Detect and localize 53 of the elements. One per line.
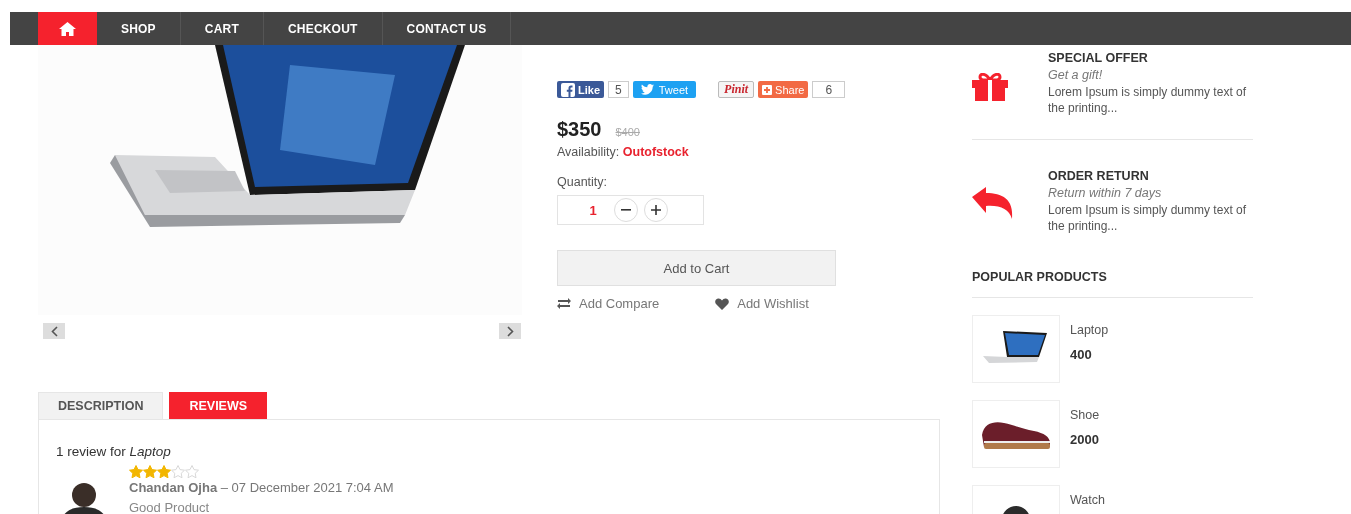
feature-title: ORDER RETURN bbox=[1048, 169, 1150, 183]
quantity-input[interactable]: 1 bbox=[578, 202, 608, 218]
tab[interactable]: DESCRIPTION bbox=[38, 392, 164, 419]
wishlist-link[interactable]: Add Wishlist bbox=[715, 296, 809, 311]
facebook-icon bbox=[561, 82, 575, 97]
decrease-button[interactable] bbox=[614, 198, 638, 222]
product-price: 400 bbox=[1070, 347, 1093, 362]
star-icon bbox=[129, 465, 143, 478]
section-title: POPULAR PRODUCTS bbox=[972, 253, 1253, 298]
feature-subtitle: Return within 7 days bbox=[1048, 186, 1163, 200]
tab[interactable]: REVIEWS bbox=[169, 392, 268, 419]
review-heading: 1 review for Laptop bbox=[56, 444, 172, 459]
review-meta: Chandan Ojha – 07 December 2021 7:04 AM bbox=[129, 480, 394, 495]
increase-button[interactable] bbox=[644, 198, 668, 222]
feature-subtitle: Get a gift! bbox=[1048, 68, 1104, 82]
plus-icon bbox=[651, 205, 661, 215]
bird-icon bbox=[640, 84, 654, 95]
product-thumbnail[interactable] bbox=[972, 315, 1060, 383]
product-name[interactable]: Laptop bbox=[1070, 323, 1109, 337]
product-name[interactable]: Watch bbox=[1070, 493, 1105, 507]
star-icon bbox=[157, 465, 171, 478]
compare-link[interactable]: Add Compare bbox=[557, 296, 660, 311]
star-icon bbox=[185, 465, 199, 478]
feature-text: Lorem Ipsum is simply dummy text of the printing... bbox=[1048, 84, 1248, 116]
product-price: 2000 bbox=[1070, 432, 1100, 447]
plus-icon bbox=[762, 84, 773, 95]
like-button[interactable]: Like bbox=[557, 81, 604, 98]
price: $350 bbox=[557, 118, 602, 141]
quantity-label: Quantity: bbox=[557, 175, 609, 189]
swap-arrows-icon bbox=[557, 298, 571, 309]
product-thumbnail[interactable] bbox=[972, 400, 1060, 468]
home-icon bbox=[59, 21, 76, 36]
chevron-right-icon bbox=[506, 325, 514, 337]
next-button[interactable] bbox=[499, 323, 521, 339]
star-icon bbox=[143, 465, 157, 478]
previous-button[interactable] bbox=[43, 323, 65, 339]
availability: Availability: Outofstock bbox=[557, 145, 690, 159]
chevron-left-icon bbox=[50, 325, 58, 337]
product-name[interactable]: Shoe bbox=[1070, 408, 1100, 422]
pin-it-button[interactable]: Pinit bbox=[718, 81, 755, 98]
heart-icon bbox=[715, 297, 730, 310]
home-link[interactable] bbox=[38, 12, 97, 45]
share-count: 6 bbox=[812, 81, 846, 98]
share-count: 5 bbox=[608, 81, 629, 98]
review-text: Good Product bbox=[129, 500, 211, 514]
feature-text: Lorem Ipsum is simply dummy text of the printing... bbox=[1048, 202, 1248, 234]
star-icon bbox=[171, 465, 185, 478]
minus-icon bbox=[621, 209, 631, 211]
curved-arrow-icon bbox=[972, 187, 1014, 219]
feature-title: SPECIAL OFFER bbox=[1048, 51, 1149, 65]
add-to-cart-button[interactable]: Add to Cart bbox=[557, 250, 836, 286]
old-price: $400 bbox=[615, 126, 640, 138]
gift-icon bbox=[972, 73, 1008, 101]
